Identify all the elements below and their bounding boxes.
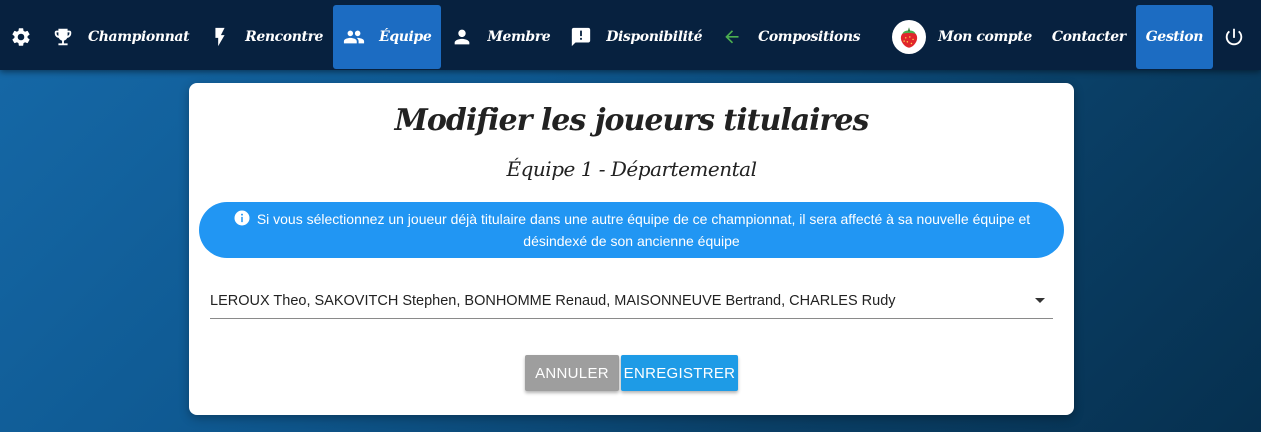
nav-contacter[interactable]: Contacter [1042,5,1136,69]
info-icon [234,210,250,226]
titulaires-select[interactable]: LEROUX Theo, SAKOVITCH Stephen, BONHOMME… [210,283,1053,319]
nav-settings[interactable] [0,5,42,69]
top-navbar: Championnat Rencontre Équipe Membre Disp… [0,0,1261,70]
nav-disponibilite-label: Disponibilité [606,28,703,45]
edit-titulaires-dialog: Modifier les joueurs titulaires Équipe 1… [189,83,1074,415]
power-icon [1225,28,1243,45]
nav-compositions-label: Compositions [758,28,861,45]
nav-gestion-label: Gestion [1145,28,1204,45]
avatar [892,19,927,54]
nav-disponibilite[interactable]: Disponibilité [560,5,712,69]
cancel-button[interactable]: ANNULER [525,355,619,391]
gear-icon [12,27,30,46]
nav-rencontre[interactable]: Rencontre [199,5,333,69]
person-icon [455,29,470,44]
nav-contacter-label: Contacter [1051,28,1126,45]
arrow-left-icon [725,29,739,43]
navbar-left: Championnat Rencontre Équipe Membre Disp… [0,0,870,70]
info-alert: Si vous sélectionnez un joueur déjà titu… [199,202,1064,258]
nav-gestion[interactable]: Gestion [1135,4,1213,69]
nav-championnat-label: Championnat [88,28,190,45]
bolt-icon [215,27,225,46]
nav-equipe[interactable]: Équipe [333,4,442,69]
alert-message-icon [572,27,591,46]
nav-equipe-label: Équipe [379,28,432,45]
navbar-right: Mon compte Contacter Gestion [882,0,1261,70]
nav-rencontre-label: Rencontre [245,28,324,45]
nav-mon-compte-label: Mon compte [938,28,1032,45]
people-icon [343,30,365,43]
nav-mon-compte[interactable]: Mon compte [882,5,1042,69]
save-button[interactable]: ENREGISTRER [621,355,738,391]
trophy-icon [54,28,72,45]
nav-logout[interactable] [1213,5,1255,69]
dialog-subtitle: Équipe 1 - Départemental [506,157,757,181]
nav-compositions[interactable]: Compositions [712,5,870,69]
titulaires-select-value: LEROUX Theo, SAKOVITCH Stephen, BONHOMME… [210,292,896,309]
dialog-title: Modifier les joueurs titulaires [394,103,870,138]
nav-championnat[interactable]: Championnat [42,5,199,69]
info-alert-text: Si vous sélectionnez un joueur déjà titu… [256,211,1031,249]
strawberry-icon [901,26,918,48]
nav-membre[interactable]: Membre [441,5,560,69]
dropdown-arrow-icon [1035,298,1045,303]
nav-membre-label: Membre [487,28,551,45]
